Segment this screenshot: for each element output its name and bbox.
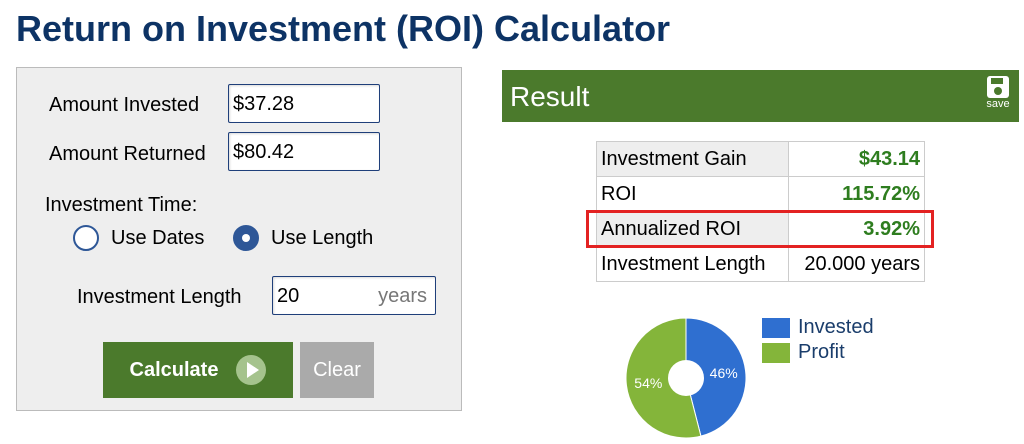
- investment-gain-label: Investment Gain: [596, 141, 789, 177]
- investment-time-label: Investment Time:: [45, 194, 198, 216]
- annualized-roi-label: Annualized ROI: [596, 211, 789, 247]
- table-row: Investment Gain $43.14: [596, 141, 925, 177]
- calculator-form-panel: Amount Invested $37.28 Amount Returned $…: [16, 67, 462, 411]
- table-row: ROI 115.72%: [596, 176, 925, 212]
- investment-length-label: Investment Length: [77, 286, 242, 308]
- radio-selected-icon: [233, 225, 259, 251]
- annualized-roi-value: 3.92%: [788, 211, 925, 247]
- roi-donut-chart: 46% 54%: [625, 317, 747, 439]
- investment-length-result-label: Investment Length: [596, 246, 789, 282]
- amount-returned-input[interactable]: $80.42: [228, 132, 380, 171]
- chart-legend: Invested Profit: [762, 316, 874, 366]
- use-length-radio[interactable]: Use Length: [233, 225, 373, 251]
- legend-invested-label: Invested: [798, 316, 874, 338]
- roi-value: 115.72%: [788, 176, 925, 212]
- radio-unselected-icon: [73, 225, 99, 251]
- profit-swatch: [762, 342, 790, 363]
- investment-length-result-value: 20.000 years: [788, 246, 925, 282]
- save-icon: [987, 76, 1009, 98]
- clear-button[interactable]: Clear: [300, 342, 374, 398]
- result-title: Result: [510, 81, 590, 112]
- use-dates-label: Use Dates: [111, 226, 205, 249]
- investment-length-value: 20: [277, 285, 300, 307]
- legend-profit-label: Profit: [798, 341, 845, 363]
- table-row: Investment Length 20.000 years: [596, 246, 925, 282]
- years-unit-label: years: [378, 285, 427, 307]
- result-header: Result save: [502, 70, 1019, 122]
- roi-label: ROI: [596, 176, 789, 212]
- investment-length-input[interactable]: 20 years: [272, 276, 436, 315]
- pie-label-invested: 46%: [710, 365, 738, 381]
- donut-hole: [668, 360, 704, 396]
- calculate-button[interactable]: Calculate: [103, 342, 293, 398]
- pie-label-profit: 54%: [634, 375, 662, 391]
- table-row: Annualized ROI 3.92%: [596, 211, 925, 247]
- play-icon: [236, 355, 267, 385]
- amount-returned-label: Amount Returned: [49, 143, 206, 165]
- legend-item-invested: Invested: [762, 316, 874, 339]
- legend-item-profit: Profit: [762, 341, 874, 364]
- save-label: save: [986, 98, 1010, 110]
- use-dates-radio[interactable]: Use Dates: [73, 225, 204, 251]
- page-title: Return on Investment (ROI) Calculator: [16, 8, 671, 49]
- amount-invested-label: Amount Invested: [49, 94, 200, 116]
- calculate-label: Calculate: [129, 358, 219, 381]
- result-table: Investment Gain $43.14 ROI 115.72% Annua…: [596, 141, 925, 282]
- use-length-label: Use Length: [271, 226, 374, 249]
- investment-gain-value: $43.14: [788, 141, 925, 177]
- invested-swatch: [762, 317, 790, 338]
- save-button[interactable]: save: [983, 76, 1013, 110]
- amount-invested-input[interactable]: $37.28: [228, 84, 380, 123]
